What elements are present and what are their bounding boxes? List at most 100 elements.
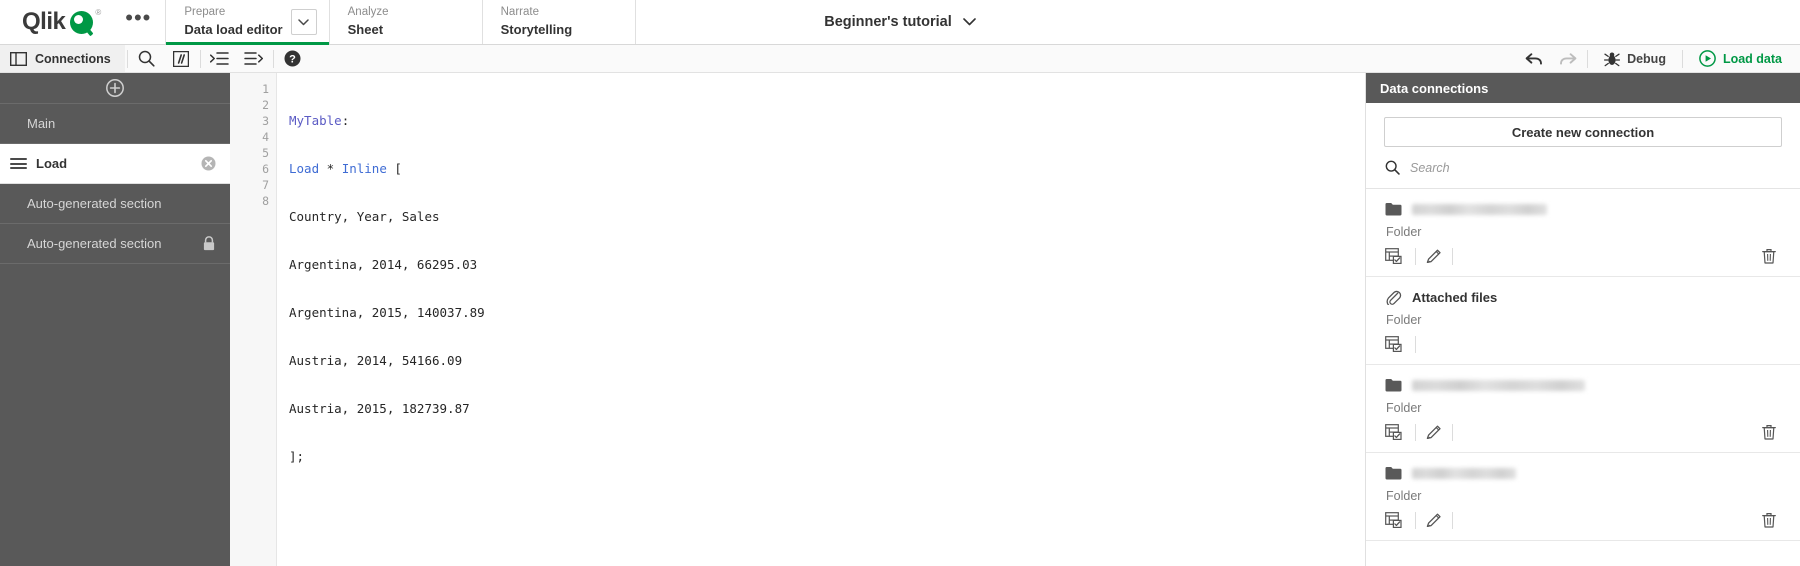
overflow-menu-button[interactable]: ••• xyxy=(111,0,165,44)
connections-label: Connections xyxy=(35,51,111,66)
nav-item-analyze[interactable]: Analyze Sheet xyxy=(328,0,482,44)
panel-icon xyxy=(10,51,27,66)
debug-button[interactable]: Debug xyxy=(1590,45,1680,72)
toolbar-divider xyxy=(272,49,274,68)
app-title-text[interactable]: Beginner's tutorial xyxy=(824,14,952,30)
app-title-dropdown-button[interactable] xyxy=(962,18,976,26)
connection-item[interactable]: Folder xyxy=(1366,189,1800,277)
toolbar-right-group: Debug Load data xyxy=(1517,45,1800,72)
create-new-connection-button[interactable]: Create new connection xyxy=(1384,117,1782,147)
load-data-button[interactable]: Load data xyxy=(1685,45,1800,72)
code-token: Country, Year, Sales xyxy=(289,209,440,224)
script-editor[interactable]: 1 2 3 4 5 6 7 8 MyTable: Load * Inline [… xyxy=(230,73,1365,566)
connection-type: Folder xyxy=(1386,489,1422,503)
action-divider xyxy=(1452,423,1453,441)
connection-type: Folder xyxy=(1386,225,1422,239)
nav-kicker-prepare: Prepare xyxy=(184,6,226,19)
script-code-area[interactable]: MyTable: Load * Inline [ Country, Year, … xyxy=(277,73,1365,566)
action-divider xyxy=(1415,335,1416,353)
svg-text:?: ? xyxy=(289,54,296,66)
undo-button[interactable] xyxy=(1517,45,1551,73)
help-button[interactable]: ? xyxy=(276,45,310,73)
indent-button[interactable] xyxy=(203,45,237,73)
edit-connection-button[interactable] xyxy=(1416,419,1452,445)
code-line: ]; xyxy=(289,449,1365,465)
search-button[interactable] xyxy=(130,45,164,73)
prepare-dropdown-button[interactable] xyxy=(290,9,317,35)
connection-name: Attached files xyxy=(1412,289,1498,305)
connection-item[interactable]: Folder xyxy=(1366,453,1800,541)
connections-search-row[interactable]: Search xyxy=(1366,147,1800,189)
search-icon xyxy=(1385,160,1400,175)
connection-item[interactable]: Folder xyxy=(1366,365,1800,453)
editor-toolbar: Connections ? Debug Load data xyxy=(0,45,1800,73)
add-section-button[interactable] xyxy=(0,73,230,104)
folder-icon xyxy=(1385,203,1402,216)
indent-icon xyxy=(210,52,229,65)
select-data-button[interactable] xyxy=(1385,331,1415,357)
connection-item-attached-files[interactable]: Attached files Folder xyxy=(1366,277,1800,365)
connection-actions xyxy=(1385,243,1782,269)
code-token: * xyxy=(319,161,342,176)
delete-section-button[interactable] xyxy=(201,156,216,171)
select-data-icon xyxy=(1385,424,1402,440)
sidebar-item-label: Auto-generated section xyxy=(27,236,162,251)
line-number-gutter: 1 2 3 4 5 6 7 8 xyxy=(230,73,277,566)
code-token: Load xyxy=(289,161,320,176)
delete-connection-button[interactable] xyxy=(1756,419,1782,445)
paperclip-icon xyxy=(1386,290,1402,305)
data-load-editor-app: Qlik ® ••• Prepare Data load editor Anal… xyxy=(0,0,1800,566)
folder-icon xyxy=(1385,379,1402,392)
sidebar-item-auto-generated-2[interactable]: Auto-generated section xyxy=(0,224,230,264)
sidebar-item-label: Load xyxy=(36,156,68,171)
select-data-button[interactable] xyxy=(1385,243,1415,269)
sidebar-item-main[interactable]: Main xyxy=(0,104,230,144)
nav-label-storytelling: Storytelling xyxy=(500,21,573,37)
select-data-icon xyxy=(1385,512,1402,528)
comment-slashes-icon xyxy=(172,50,189,67)
code-line: Argentina, 2014, 66295.03 xyxy=(289,257,1365,273)
qlik-logo[interactable]: Qlik ® xyxy=(0,0,111,44)
nav-item-prepare[interactable]: Prepare Data load editor xyxy=(165,0,329,45)
undo-arrow-icon xyxy=(1525,52,1543,65)
select-data-icon xyxy=(1385,336,1402,352)
connection-header xyxy=(1385,200,1782,218)
nav-item-narrate[interactable]: Narrate Storytelling xyxy=(481,0,635,44)
delete-connection-button[interactable] xyxy=(1756,243,1782,269)
sidebar-item-load[interactable]: Load xyxy=(0,144,230,184)
redo-button[interactable] xyxy=(1551,45,1585,73)
drag-handle-icon[interactable] xyxy=(10,158,27,169)
select-data-button[interactable] xyxy=(1385,507,1415,533)
delete-connection-button[interactable] xyxy=(1756,507,1782,533)
connections-toggle-button[interactable]: Connections xyxy=(0,45,125,72)
action-divider xyxy=(1452,247,1453,265)
code-token: Argentina, 2014, 66295.03 xyxy=(289,257,478,272)
select-data-icon xyxy=(1385,248,1402,264)
sidebar-item-label: Main xyxy=(27,116,56,131)
top-navigation-bar: Qlik ® ••• Prepare Data load editor Anal… xyxy=(0,0,1800,45)
connections-search-input[interactable]: Search xyxy=(1410,161,1450,175)
close-circle-icon xyxy=(201,156,216,171)
sidebar-item-auto-generated-1[interactable]: Auto-generated section xyxy=(0,184,230,224)
bug-icon xyxy=(1604,52,1621,66)
edit-connection-button[interactable] xyxy=(1416,507,1452,533)
toolbar-divider xyxy=(199,49,201,68)
data-connections-panel: Data connections Create new connection S… xyxy=(1365,73,1800,566)
line-number: 3 xyxy=(262,114,269,128)
code-token: Inline xyxy=(341,161,387,176)
comment-button[interactable] xyxy=(164,45,198,73)
select-data-button[interactable] xyxy=(1385,419,1415,445)
connection-type: Folder xyxy=(1386,401,1422,415)
code-token: : xyxy=(341,113,350,128)
code-line: Austria, 2015, 182739.87 xyxy=(289,401,1365,417)
debug-label: Debug xyxy=(1627,51,1666,66)
line-number: 4 xyxy=(262,130,269,144)
line-number: 7 xyxy=(262,178,269,192)
brand-name: Qlik xyxy=(22,8,66,35)
chevron-down-icon xyxy=(298,18,309,25)
edit-connection-button[interactable] xyxy=(1416,243,1452,269)
load-data-label: Load data xyxy=(1722,51,1782,66)
help-icon: ? xyxy=(284,50,301,67)
outdent-button[interactable] xyxy=(237,45,271,73)
line-number: 5 xyxy=(262,146,269,160)
